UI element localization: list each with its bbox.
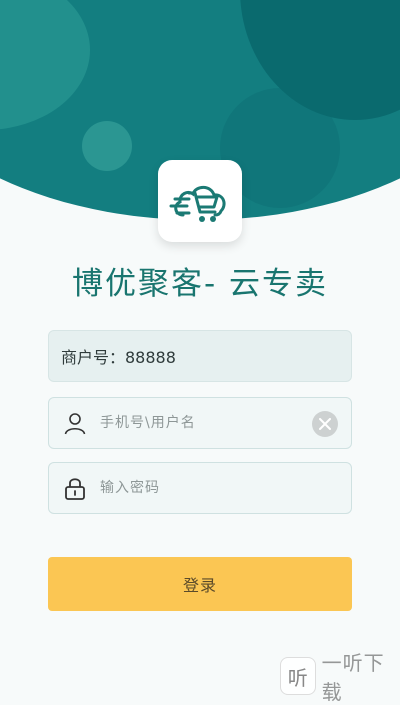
username-field[interactable] <box>48 397 352 449</box>
watermark-text: 一听下载 <box>321 651 385 704</box>
app-logo <box>158 160 242 242</box>
user-icon <box>62 410 88 436</box>
watermark: 听 一听下载 <box>280 651 400 704</box>
watermark-logo: 听 <box>280 657 316 695</box>
header-bubble <box>82 121 132 171</box>
password-field[interactable] <box>48 462 352 514</box>
merchant-id-field: 商户号：88888 <box>48 330 352 382</box>
login-button[interactable]: 登录 <box>48 557 352 611</box>
app-title: 博优聚客- 云专卖 <box>71 266 329 302</box>
clear-icon[interactable] <box>312 411 338 437</box>
password-input[interactable] <box>98 462 351 514</box>
lock-icon <box>62 475 88 501</box>
merchant-id-text: 商户号：88888 <box>61 348 176 367</box>
cart-cloud-icon <box>169 185 226 222</box>
